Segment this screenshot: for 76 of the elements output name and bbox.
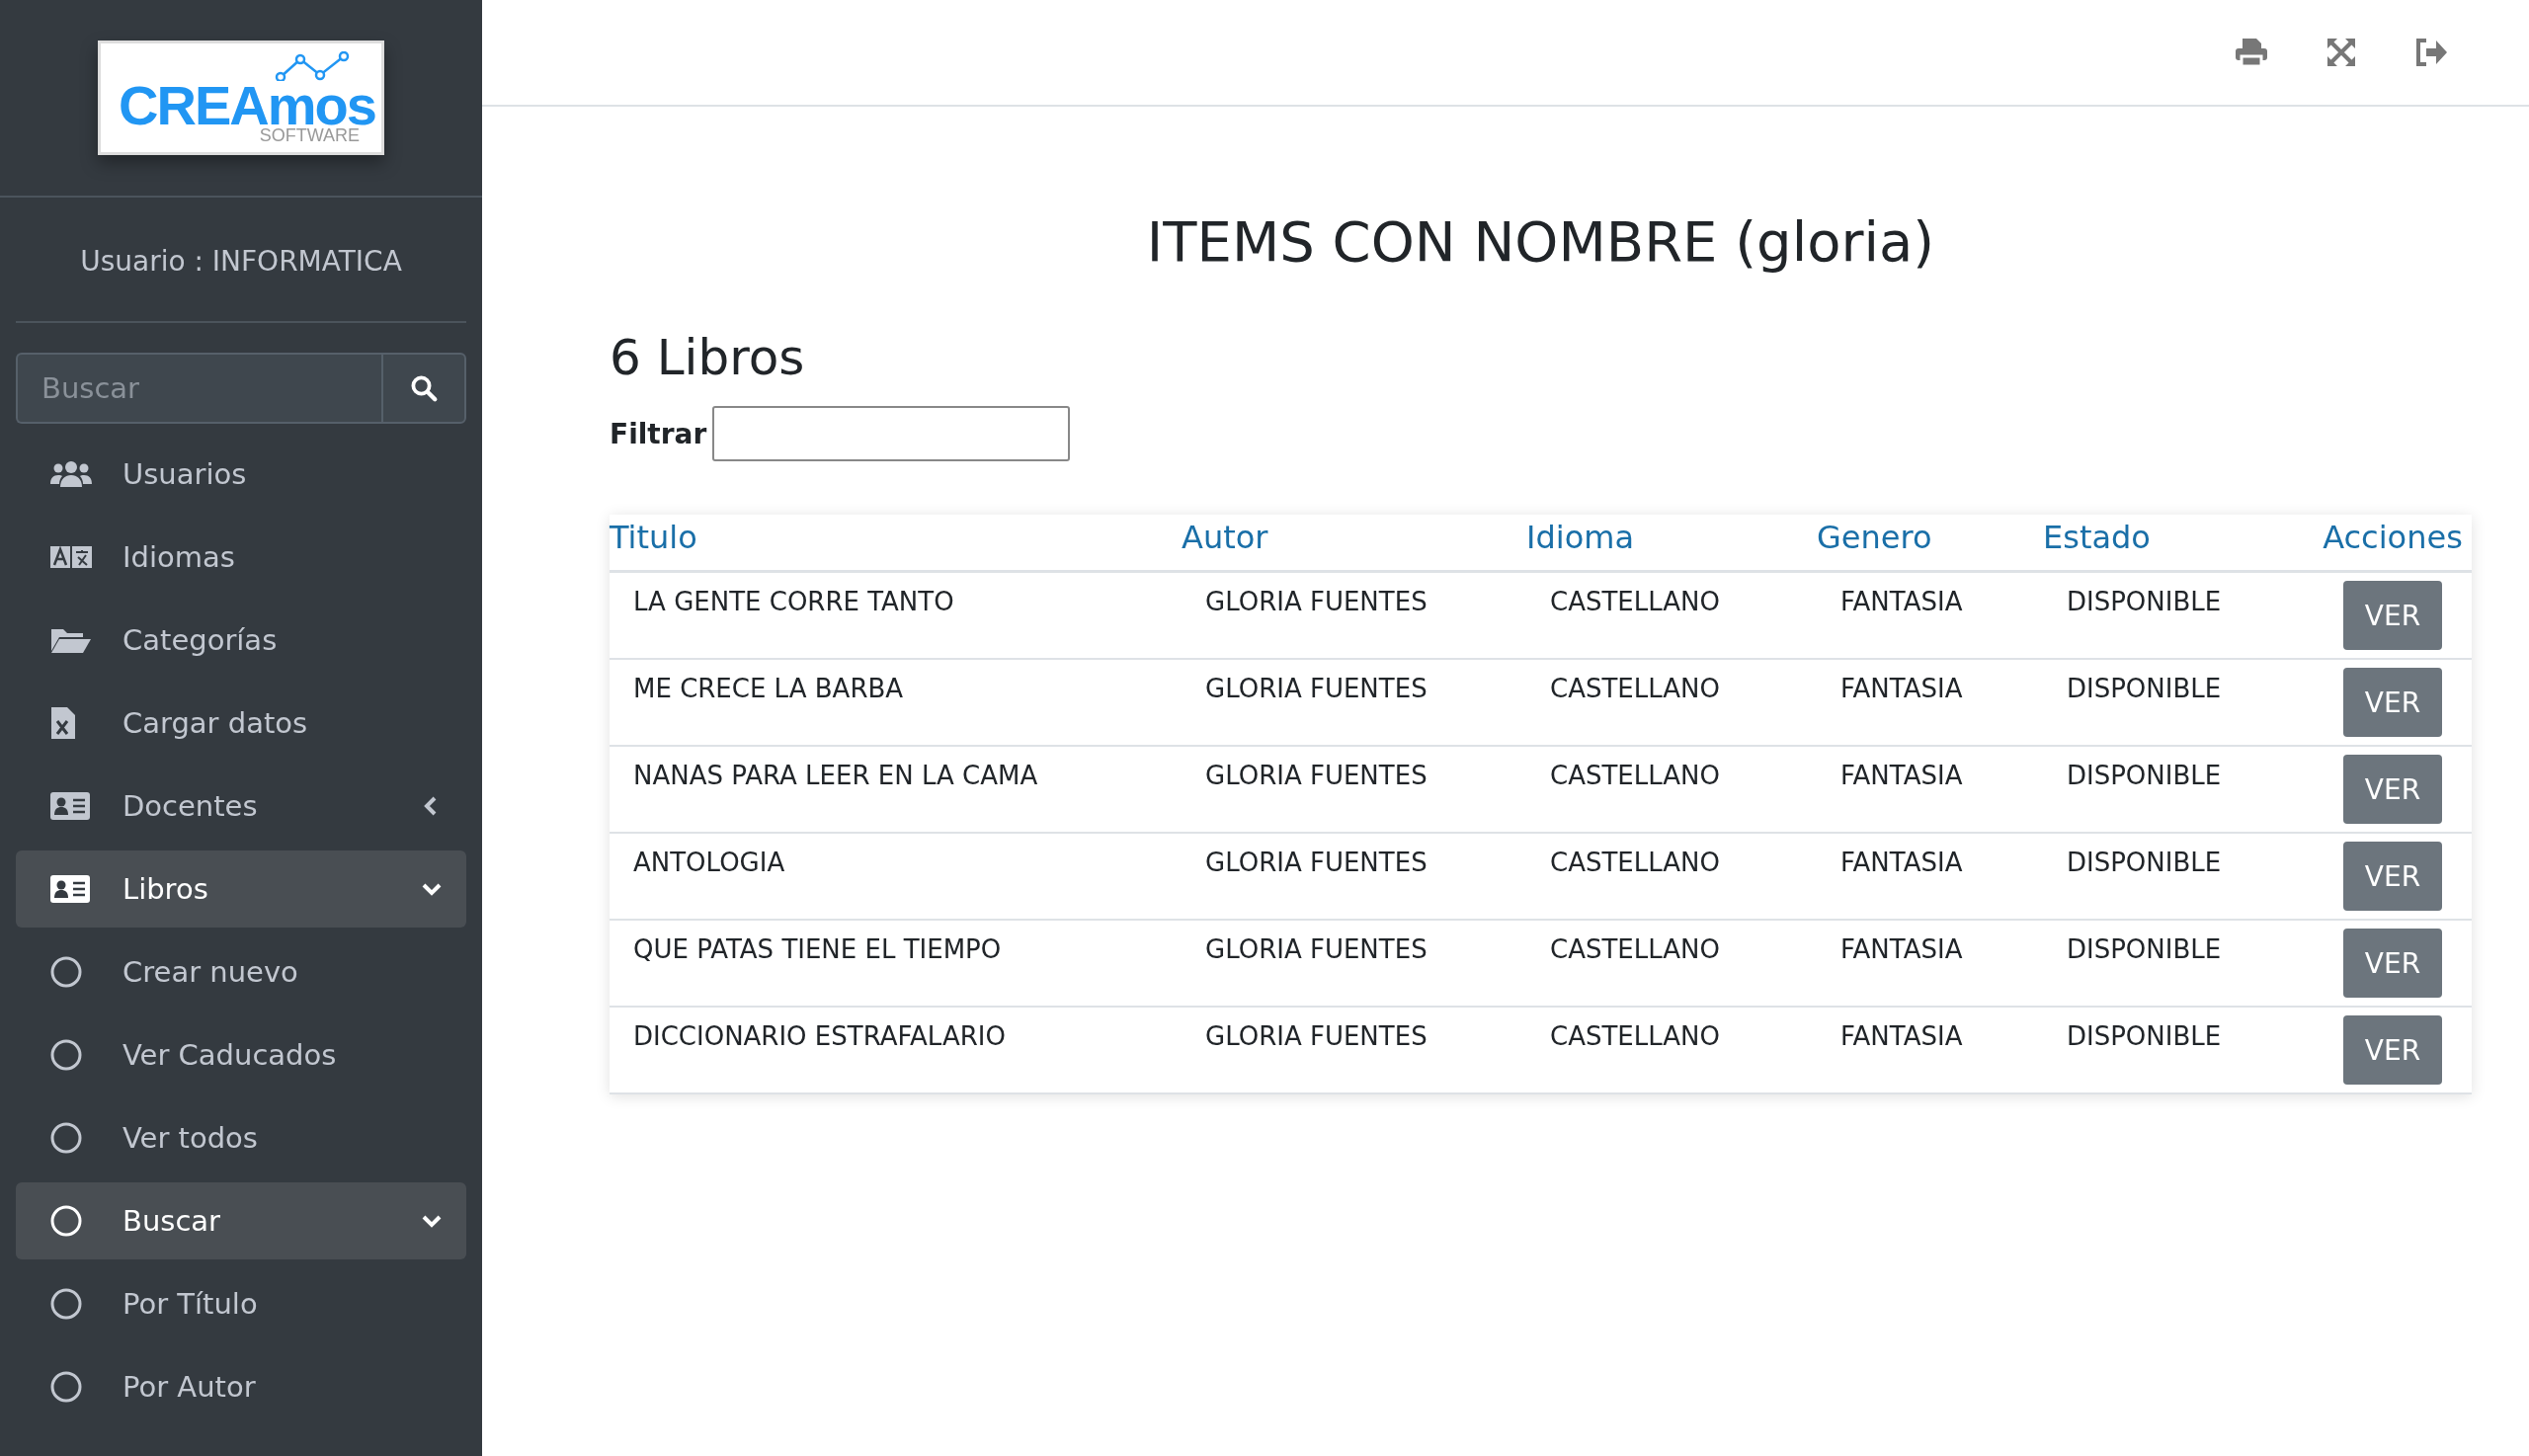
view-button[interactable]: VER bbox=[2343, 755, 2442, 824]
table-cell: CASTELLANO bbox=[1526, 833, 1817, 920]
id-card-icon bbox=[49, 873, 91, 905]
table-cell: CASTELLANO bbox=[1526, 659, 1817, 746]
circle-icon bbox=[49, 955, 83, 989]
table-cell: DISPONIBLE bbox=[2043, 833, 2314, 920]
search-button[interactable] bbox=[381, 353, 466, 424]
nav-item[interactable]: Idiomas bbox=[16, 519, 466, 596]
user-label: Usuario : INFORMATICA bbox=[16, 198, 466, 323]
filter-field[interactable] bbox=[712, 406, 1071, 461]
column-header[interactable]: Acciones bbox=[2314, 515, 2472, 572]
sidebar-search-field[interactable]: Buscar bbox=[16, 353, 381, 424]
table-cell: LA GENTE CORRE TANTO bbox=[610, 571, 1182, 659]
table-cell: GLORIA FUENTES bbox=[1182, 571, 1526, 659]
translate-icon bbox=[49, 544, 93, 570]
table-cell: CASTELLANO bbox=[1526, 920, 1817, 1007]
table-cell: DISPONIBLE bbox=[2043, 571, 2314, 659]
page-title: ITEMS CON NOMBRE (gloria) bbox=[1145, 209, 1936, 274]
table-cell: ME CRECE LA BARBA bbox=[610, 659, 1182, 746]
table-cell: GLORIA FUENTES bbox=[1182, 920, 1526, 1007]
search-icon bbox=[409, 373, 439, 403]
filter-label: Filtrar bbox=[610, 417, 707, 450]
nav-item[interactable]: Por Título bbox=[16, 1265, 466, 1342]
nav-item[interactable]: Ver todos bbox=[16, 1099, 466, 1176]
id-card-icon bbox=[49, 790, 91, 822]
circle-icon bbox=[49, 1038, 83, 1072]
view-button[interactable]: VER bbox=[2343, 842, 2442, 911]
view-button[interactable]: VER bbox=[2343, 1015, 2442, 1085]
table-cell: QUE PATAS TIENE EL TIEMPO bbox=[610, 920, 1182, 1007]
nav-item[interactable]: Cargar datos bbox=[16, 685, 466, 762]
column-header[interactable]: Autor bbox=[1182, 515, 1526, 572]
column-header[interactable]: Idioma bbox=[1526, 515, 1817, 572]
sign-out-icon[interactable] bbox=[2414, 38, 2448, 67]
table-cell: FANTASIA bbox=[1817, 1007, 2043, 1093]
table-cell: GLORIA FUENTES bbox=[1182, 833, 1526, 920]
result-count: 6 Libros bbox=[610, 329, 806, 386]
nav-item[interactable]: Libros bbox=[16, 850, 466, 928]
table-cell: CASTELLANO bbox=[1526, 1007, 1817, 1093]
nav-item[interactable]: Docentes bbox=[16, 768, 466, 845]
circle-icon bbox=[49, 1287, 83, 1321]
table-cell: FANTASIA bbox=[1817, 746, 2043, 833]
users-icon bbox=[49, 459, 93, 489]
table-cell: GLORIA FUENTES bbox=[1182, 746, 1526, 833]
nav-item[interactable]: Ver Caducados bbox=[16, 1016, 466, 1093]
circle-icon bbox=[49, 1204, 83, 1238]
nav-item[interactable]: Buscar bbox=[16, 1182, 466, 1259]
column-header[interactable]: Titulo bbox=[610, 515, 1182, 572]
circle-icon bbox=[49, 1121, 83, 1155]
circle-icon bbox=[49, 1370, 83, 1404]
table-cell: NANAS PARA LEER EN LA CAMA bbox=[610, 746, 1182, 833]
view-button[interactable]: VER bbox=[2343, 668, 2442, 737]
table-cell: DISPONIBLE bbox=[2043, 746, 2314, 833]
table-cell: FANTASIA bbox=[1817, 571, 2043, 659]
table-cell: DICCIONARIO ESTRAFALARIO bbox=[610, 1007, 1182, 1093]
table-cell: FANTASIA bbox=[1817, 833, 2043, 920]
table-cell: FANTASIA bbox=[1817, 920, 2043, 1007]
column-header[interactable]: Genero bbox=[1817, 515, 2043, 572]
table-cell: ANTOLOGIA bbox=[610, 833, 1182, 920]
table-cell: GLORIA FUENTES bbox=[1182, 659, 1526, 746]
nav-item[interactable]: Crear nuevo bbox=[16, 933, 466, 1011]
printer-icon[interactable] bbox=[2235, 38, 2268, 67]
table-cell: DISPONIBLE bbox=[2043, 659, 2314, 746]
expand-icon[interactable] bbox=[2325, 37, 2357, 68]
table-cell: CASTELLANO bbox=[1526, 746, 1817, 833]
column-header[interactable]: Estado bbox=[2043, 515, 2314, 572]
spreadsheet-file-icon bbox=[49, 705, 77, 741]
nav-item[interactable]: Usuarios bbox=[16, 436, 466, 513]
table-cell: GLORIA FUENTES bbox=[1182, 1007, 1526, 1093]
table-cell: FANTASIA bbox=[1817, 659, 2043, 746]
table-cell: CASTELLANO bbox=[1526, 571, 1817, 659]
table-cell: DISPONIBLE bbox=[2043, 920, 2314, 1007]
nav-item[interactable]: Por Autor bbox=[16, 1348, 466, 1425]
table-cell: DISPONIBLE bbox=[2043, 1007, 2314, 1093]
nav-item[interactable]: Categorías bbox=[16, 602, 466, 679]
view-button[interactable]: VER bbox=[2343, 929, 2442, 998]
view-button[interactable]: VER bbox=[2343, 581, 2442, 650]
